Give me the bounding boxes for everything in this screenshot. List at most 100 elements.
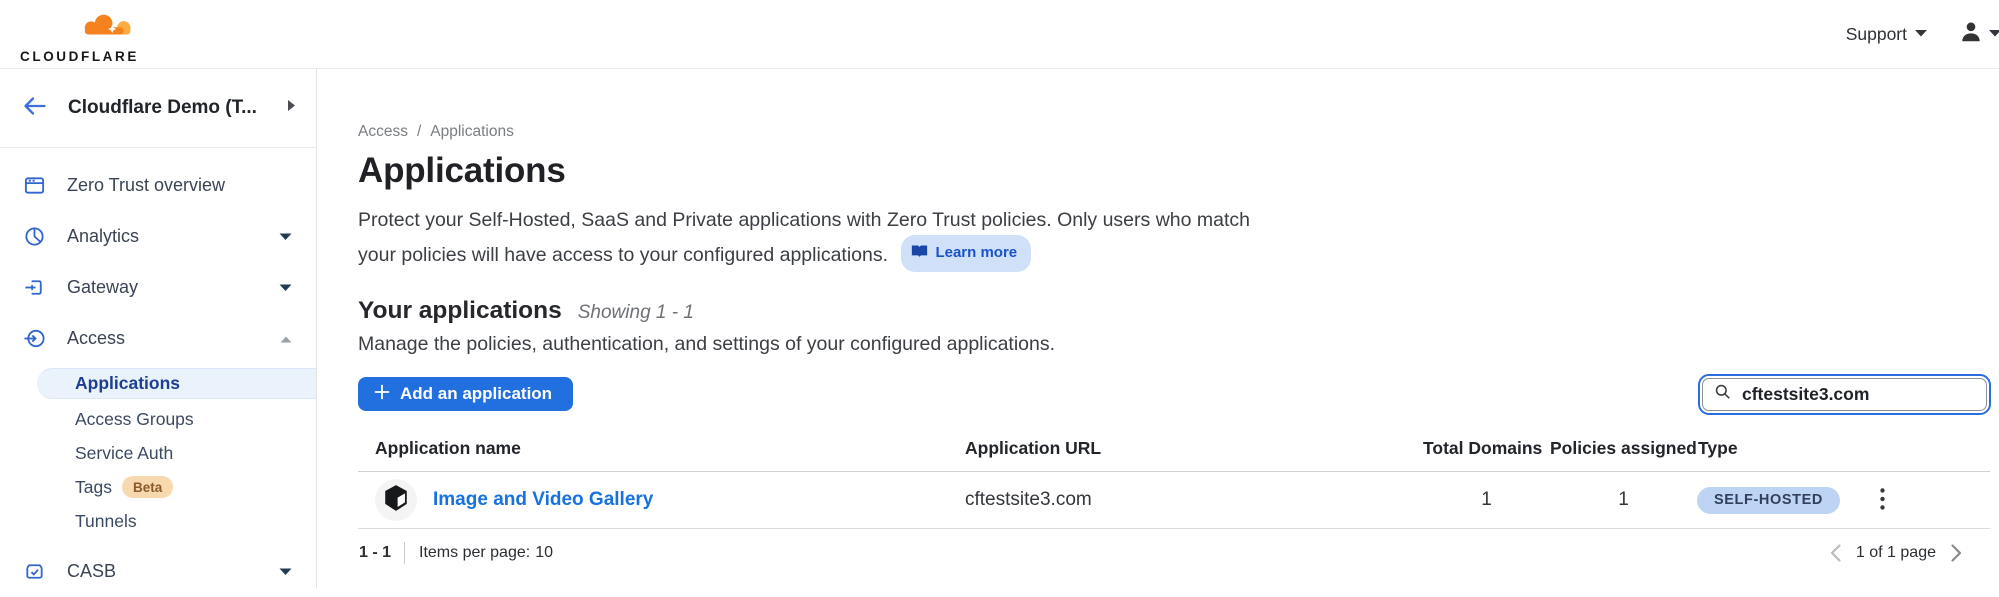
sub-item-label: Service Auth: [75, 443, 173, 464]
pie-chart-icon: [22, 225, 46, 248]
chevron-down-icon: [1988, 25, 1999, 43]
applications-search: [1702, 378, 1987, 411]
casb-check-box-icon: [22, 560, 46, 583]
page-status: 1 of 1 page: [1856, 544, 1936, 562]
overview-window-icon: [22, 174, 46, 197]
search-input[interactable]: [1740, 383, 1976, 406]
top-header: CLOUDFLARE Support: [0, 0, 1999, 69]
section-subtext: Manage the policies, authentication, and…: [358, 333, 1990, 356]
sub-item-label: Tags: [75, 477, 112, 498]
sidebar-item-tunnels[interactable]: Tunnels: [0, 504, 316, 538]
policies-assigned-cell: 1: [1550, 489, 1697, 511]
topbar-actions: Support: [1846, 0, 1999, 68]
items-per-page-value[interactable]: 10: [535, 544, 553, 562]
gateway-icon: [22, 276, 46, 299]
item-range: 1 - 1: [358, 544, 391, 562]
main-content: Access / Applications Applications Prote…: [318, 69, 1999, 588]
self-hosted-badge: SELF-HOSTED: [1697, 487, 1840, 514]
previous-page-button[interactable]: [1828, 542, 1843, 564]
breadcrumb: Access / Applications: [358, 123, 1990, 141]
column-header-type: Type: [1697, 438, 1860, 459]
your-applications-header: Your applications Showing 1 - 1: [358, 297, 1990, 325]
sidebar-item-tags[interactable]: Tags Beta: [0, 470, 316, 504]
total-domains-cell: 1: [1423, 489, 1550, 511]
breadcrumb-access[interactable]: Access: [358, 123, 408, 141]
sidebar-item-label: Gateway: [67, 277, 279, 298]
cloudflare-logo-text: CLOUDFLARE: [20, 49, 139, 64]
application-avatar: [375, 479, 417, 521]
search-icon: [1713, 382, 1732, 406]
pagination-controls: 1 of 1 page: [1828, 542, 1964, 564]
access-sub-list: Applications Access Groups Service Auth …: [0, 368, 316, 538]
learn-more-link[interactable]: Learn more: [901, 235, 1031, 272]
user-person-icon: [1958, 19, 1984, 50]
add-application-label: Add an application: [400, 384, 552, 404]
cloudflare-logo[interactable]: CLOUDFLARE: [20, 9, 139, 64]
caret-down-icon: [279, 228, 292, 246]
footer-divider: [404, 542, 405, 564]
row-kebab-menu-button[interactable]: [1872, 484, 1893, 517]
page-title: Applications: [358, 151, 1990, 191]
support-label: Support: [1846, 24, 1907, 45]
items-per-page: Items per page: 10: [419, 544, 553, 562]
cloudflare-cloud-icon: [75, 9, 139, 48]
sidebar-item-label: CASB: [67, 561, 279, 582]
sidebar-item-label: Access: [67, 328, 280, 349]
showing-count: Showing 1 - 1: [578, 302, 694, 324]
user-account-menu[interactable]: [1958, 19, 1999, 50]
chevron-down-icon: [1914, 25, 1928, 43]
sidebar-item-zero-trust-overview[interactable]: Zero Trust overview: [0, 160, 316, 211]
learn-more-label: Learn more: [935, 238, 1017, 268]
caret-up-icon: [280, 330, 292, 348]
access-login-icon: [22, 327, 46, 350]
type-cell: SELF-HOSTED: [1697, 487, 1860, 514]
applications-table: Application name Application URL Total D…: [358, 438, 1990, 577]
add-application-button[interactable]: Add an application: [358, 377, 573, 411]
table-header-row: Application name Application URL Total D…: [358, 438, 1990, 472]
sidebar-item-analytics[interactable]: Analytics: [0, 211, 316, 262]
sub-item-label: Tunnels: [75, 511, 137, 532]
sidebar-item-service-auth[interactable]: Service Auth: [0, 436, 316, 470]
sidebar-item-gateway[interactable]: Gateway: [0, 262, 316, 313]
plus-icon: [374, 384, 390, 405]
row-actions-cell: [1860, 484, 1990, 517]
table-row: Image and Video Gallery cftestsite3.com …: [358, 472, 1990, 529]
account-header: Cloudflare Demo (T...: [0, 69, 316, 148]
table-footer: 1 - 1 Items per page: 10 1 of 1 page: [358, 529, 1990, 577]
breadcrumb-applications: Applications: [430, 123, 514, 141]
beta-badge: Beta: [122, 476, 173, 498]
application-url-cell: cftestsite3.com: [965, 489, 1423, 511]
page-description: Protect your Self-Hosted, SaaS and Priva…: [358, 205, 1266, 272]
column-header-total-domains: Total Domains: [1423, 438, 1550, 459]
column-header-application-name: Application name: [358, 438, 965, 459]
pagination-summary: 1 - 1 Items per page: 10: [358, 542, 553, 564]
sub-item-label: Applications: [75, 373, 180, 394]
cube-icon: [383, 484, 409, 517]
back-arrow-icon[interactable]: [22, 96, 47, 121]
next-page-button[interactable]: [1949, 542, 1964, 564]
sidebar-item-casb[interactable]: CASB: [0, 546, 316, 597]
column-header-policies-assigned: Policies assigned: [1550, 438, 1697, 459]
section-title: Your applications: [358, 297, 562, 325]
sidebar-item-label: Zero Trust overview: [67, 175, 292, 196]
sub-item-label: Access Groups: [75, 409, 194, 430]
sidebar-item-label: Analytics: [67, 226, 279, 247]
application-name-cell: Image and Video Gallery: [358, 479, 965, 521]
caret-right-icon[interactable]: [287, 99, 296, 117]
sidebar: Cloudflare Demo (T... Zero Trust overvie…: [0, 69, 317, 588]
sidebar-item-applications[interactable]: Applications: [37, 368, 316, 399]
account-name: Cloudflare Demo (T...: [68, 97, 287, 119]
caret-down-icon: [279, 279, 292, 297]
items-per-page-label: Items per page:: [419, 544, 530, 562]
application-name-link[interactable]: Image and Video Gallery: [433, 489, 653, 511]
support-menu[interactable]: Support: [1846, 24, 1928, 45]
column-header-application-url: Application URL: [965, 438, 1423, 459]
breadcrumb-separator: /: [417, 123, 421, 141]
sidebar-item-access[interactable]: Access: [0, 313, 316, 364]
sidebar-nav: Zero Trust overview Analytics Gateway: [0, 148, 316, 597]
book-icon: [911, 238, 928, 268]
page-description-text: Protect your Self-Hosted, SaaS and Priva…: [358, 209, 1250, 266]
sidebar-item-access-groups[interactable]: Access Groups: [0, 402, 316, 436]
caret-down-icon: [279, 563, 292, 581]
applications-toolbar: Add an application: [358, 377, 1990, 411]
